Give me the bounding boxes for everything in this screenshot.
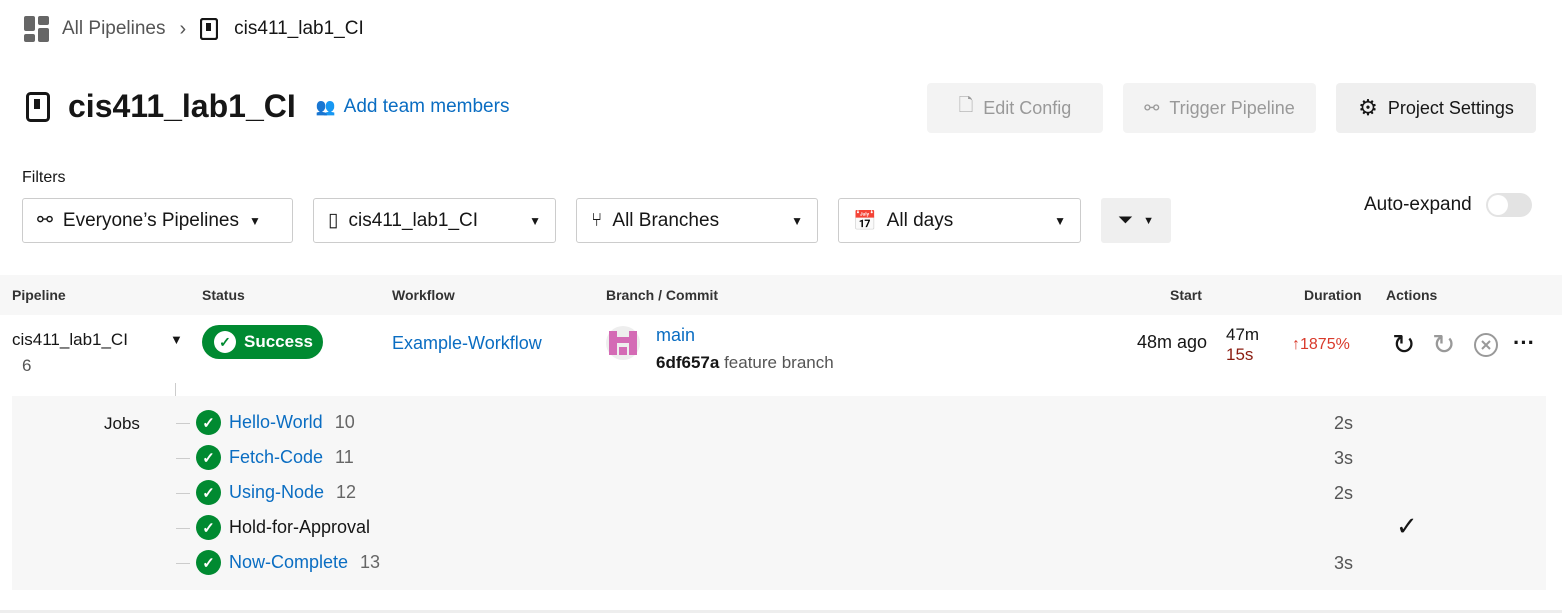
- avatar: [606, 326, 640, 360]
- rerun-failed-icon[interactable]: ↻: [1432, 328, 1455, 361]
- project-settings-button[interactable]: ⚙ Project Settings: [1336, 83, 1536, 133]
- caret-down-icon: ▼: [529, 213, 541, 228]
- job-number: 12: [336, 482, 357, 502]
- success-check-icon: ✓: [196, 515, 221, 540]
- duration-seconds: 15s: [1226, 345, 1254, 364]
- branch-link[interactable]: main: [656, 325, 695, 346]
- caret-down-icon: ▼: [1054, 213, 1066, 228]
- job-number: 11: [335, 447, 354, 467]
- funnel-icon: ⏷: [1117, 209, 1134, 231]
- branches-filter[interactable]: ⑂ All Branches ▼: [576, 198, 818, 243]
- col-actions: Actions: [1386, 287, 1438, 303]
- commit-hash[interactable]: 6df657a: [656, 353, 719, 372]
- breadcrumb-project[interactable]: cis411_lab1_CI: [234, 18, 364, 40]
- breadcrumb: All Pipelines › cis411_lab1_CI: [24, 16, 364, 42]
- breadcrumb-all-pipelines[interactable]: All Pipelines: [62, 18, 166, 40]
- edit-config-label: Edit Config: [983, 97, 1072, 118]
- table-header: Pipeline Status Workflow Branch / Commit…: [0, 275, 1562, 315]
- arrow-up-icon: ↑: [1292, 336, 1300, 353]
- calendar-icon: 📅: [853, 210, 877, 232]
- pipeline-name[interactable]: cis411_lab1_CI: [12, 330, 128, 350]
- add-team-label: Add team members: [343, 95, 510, 117]
- auto-expand-label: Auto-expand: [1364, 194, 1472, 215]
- job-number: 10: [334, 412, 355, 432]
- gear-icon: ⚙: [1358, 95, 1378, 120]
- project-filter-value: cis411_lab1_CI: [348, 209, 479, 231]
- file-gear-icon: 🗋: [958, 95, 974, 115]
- filters-label: Filters: [22, 169, 66, 186]
- branches-filter-value: All Branches: [612, 209, 720, 231]
- pipeline-icon: ⚯: [1144, 97, 1160, 118]
- col-status: Status: [202, 287, 245, 303]
- job-name[interactable]: Now-Complete: [229, 552, 348, 573]
- col-branch: Branch / Commit: [606, 287, 719, 303]
- commit-message: feature branch: [724, 353, 834, 372]
- days-filter-value: All days: [886, 209, 954, 231]
- project-filter[interactable]: ▯ cis411_lab1_CI ▼: [313, 198, 556, 243]
- job-item: ✓ Now-Complete 13: [176, 550, 381, 575]
- days-filter[interactable]: 📅 All days ▼: [838, 198, 1081, 243]
- rerun-icon[interactable]: ↻: [1392, 328, 1415, 361]
- bookmark-icon: ▯: [328, 210, 339, 231]
- pipeline-number: 6: [22, 356, 32, 375]
- page-title: cis411_lab1_CI: [68, 88, 296, 124]
- more-options-icon[interactable]: ···: [1513, 330, 1535, 356]
- job-item: ✓ Hold-for-Approval: [176, 515, 382, 540]
- duration-change: 1875%: [1300, 336, 1350, 353]
- job-name[interactable]: Hello-World: [229, 412, 323, 433]
- approve-icon[interactable]: ✓: [1396, 511, 1418, 542]
- expand-caret-icon[interactable]: ▼: [170, 332, 183, 347]
- status-badge[interactable]: ✓ Success: [202, 325, 323, 359]
- bookmark-icon: [26, 91, 50, 122]
- advanced-filter-button[interactable]: ⏷ ▼: [1101, 198, 1171, 243]
- job-item: ✓ Hello-World 10: [176, 410, 355, 435]
- dashboard-icon: [24, 16, 49, 42]
- job-number: 13: [360, 552, 381, 572]
- job-duration: 2s: [1334, 483, 1354, 503]
- job-duration: 3s: [1334, 553, 1354, 573]
- check-icon: ✓: [214, 331, 236, 353]
- col-start: Start: [1170, 287, 1202, 303]
- col-workflow: Workflow: [392, 287, 455, 303]
- job-item: ✓ Using-Node 12: [176, 480, 357, 505]
- job-name[interactable]: Using-Node: [229, 482, 324, 503]
- add-team-members-link[interactable]: 👥 Add team members: [316, 96, 510, 118]
- success-check-icon: ✓: [196, 410, 221, 435]
- job-name[interactable]: Fetch-Code: [229, 447, 323, 468]
- pipelines-filter[interactable]: ⚯ Everyone’s Pipelines ▼: [22, 198, 293, 243]
- start-time: 48m ago: [1137, 332, 1208, 352]
- edit-config-button[interactable]: 🗋 Edit Config: [927, 83, 1103, 133]
- settings-label: Project Settings: [1387, 97, 1514, 118]
- trigger-pipeline-button[interactable]: ⚯ Trigger Pipeline: [1123, 83, 1316, 133]
- job-item: ✓ Fetch-Code 11: [176, 445, 354, 470]
- status-text: Success: [244, 332, 313, 351]
- duration-minutes: 47m: [1226, 325, 1260, 344]
- pipeline-icon: ⚯: [37, 210, 53, 231]
- job-duration: 3s: [1334, 448, 1354, 468]
- bookmark-icon: [200, 18, 219, 40]
- chevron-right-icon: ›: [179, 17, 187, 40]
- caret-down-icon: ▼: [1143, 214, 1155, 227]
- branch-icon: ⑂: [591, 209, 603, 231]
- col-duration: Duration: [1304, 287, 1362, 303]
- pipelines-filter-value: Everyone’s Pipelines: [62, 209, 239, 231]
- col-pipeline: Pipeline: [12, 287, 66, 303]
- auto-expand-toggle[interactable]: [1485, 193, 1532, 217]
- trigger-label: Trigger Pipeline: [1169, 97, 1295, 118]
- workflow-link[interactable]: Example-Workflow: [392, 333, 542, 354]
- job-name: Hold-for-Approval: [229, 517, 371, 537]
- cancel-icon[interactable]: [1473, 332, 1499, 358]
- job-duration: 2s: [1334, 413, 1354, 433]
- success-check-icon: ✓: [196, 480, 221, 505]
- caret-down-icon: ▼: [248, 213, 261, 228]
- jobs-label: Jobs: [104, 414, 140, 433]
- success-check-icon: ✓: [196, 550, 221, 575]
- people-icon: 👥: [315, 98, 336, 116]
- caret-down-icon: ▼: [791, 213, 803, 228]
- success-check-icon: ✓: [196, 445, 221, 470]
